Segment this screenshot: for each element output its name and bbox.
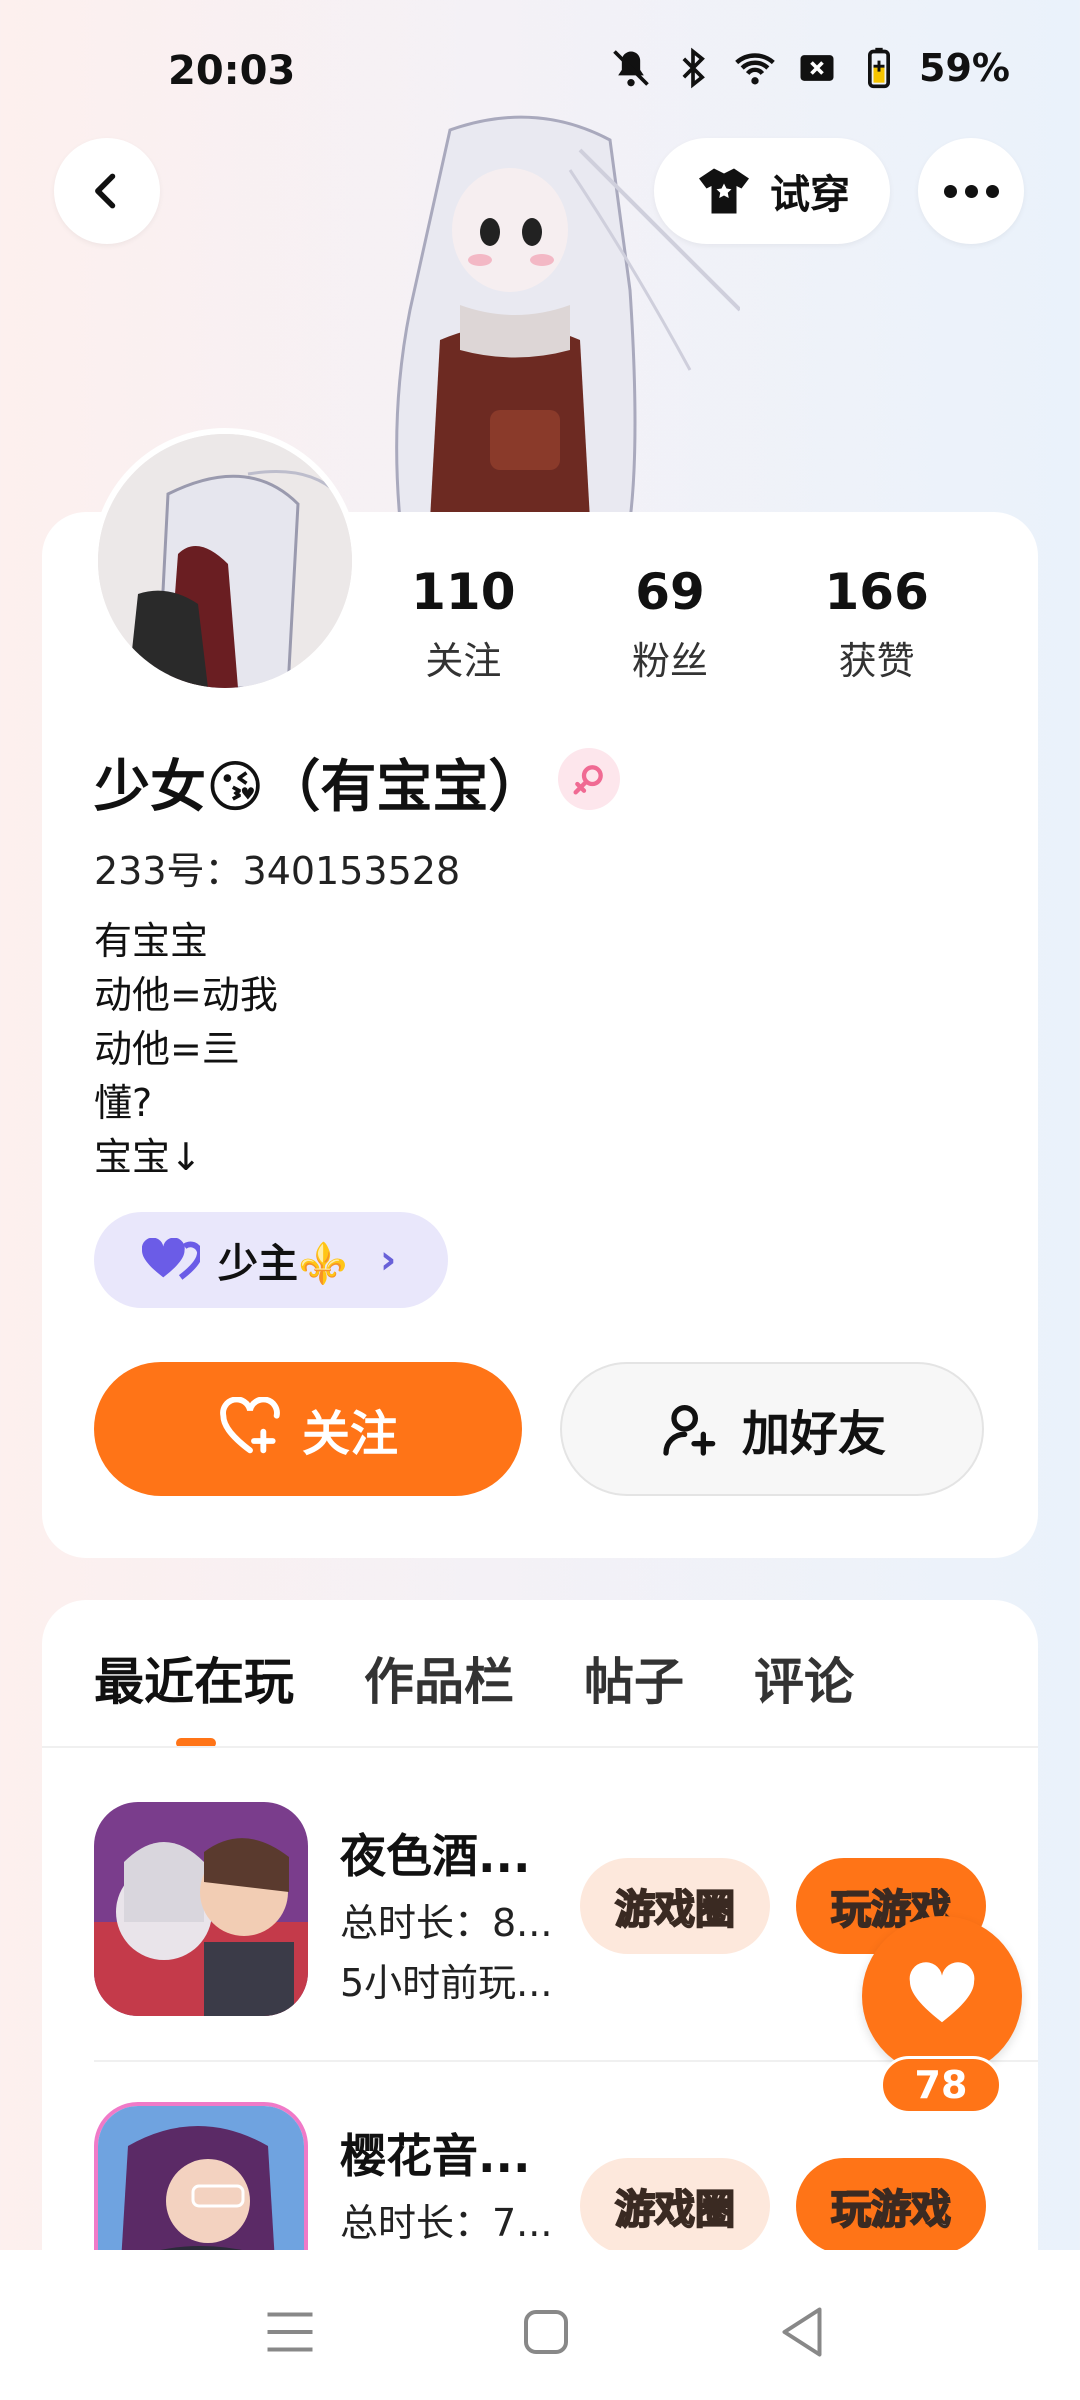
battery-icon [868, 47, 891, 89]
chevron-right-icon: › [379, 1237, 397, 1283]
profile-stats: 110 关注 69 粉丝 166 获赞 [360, 560, 980, 685]
bio: 有宝宝 动他=动我 动他=亖 懂? 宝宝↓ [94, 914, 278, 1184]
nickname: 少女😘（有宝宝） [94, 755, 545, 820]
stat-value: 69 [635, 563, 705, 621]
divider [42, 1746, 1038, 1748]
status-time: 20:03 [168, 48, 296, 94]
user-id: 233号：340153528 [94, 849, 461, 893]
stat-likes[interactable]: 166 获赞 [773, 560, 980, 685]
add-friend-label: 加好友 [741, 1406, 886, 1462]
back-button[interactable] [54, 138, 160, 244]
game-duration: 总时长：8... [340, 1901, 553, 1945]
tab-recently-played[interactable]: 最近在玩 [94, 1642, 294, 1714]
game-circle-button[interactable]: 游戏圈 [580, 2158, 770, 2254]
more-dots-icon [943, 184, 957, 198]
stat-value: 110 [411, 563, 516, 621]
avatar-image [98, 434, 352, 688]
heart-icon [909, 1962, 975, 2023]
more-button[interactable] [918, 138, 1024, 244]
system-nav-bar [0, 2250, 1080, 2400]
female-gender-icon [558, 748, 620, 810]
bio-line: 宝宝↓ [94, 1135, 202, 1179]
menu-icon[interactable] [260, 2302, 320, 2362]
game-duration: 总时长：7... [340, 2201, 553, 2245]
bio-line: 有宝宝 [94, 919, 209, 963]
more-dot [964, 184, 978, 198]
game-circle-button[interactable]: 游戏圈 [580, 1858, 770, 1954]
bio-line: 动他=动我 [94, 973, 278, 1017]
bio-line: 动他=亖 [94, 1027, 240, 1071]
like-fab-button[interactable] [862, 1916, 1022, 2076]
game-last-played: 5小时前玩... [340, 1961, 553, 2005]
chevron-left-icon [95, 173, 116, 209]
wifi-icon [735, 53, 775, 85]
bluetooth-icon [682, 47, 705, 89]
stat-label: 关注 [425, 639, 502, 683]
back-nav-icon[interactable] [772, 2302, 832, 2362]
sim-off-icon [800, 55, 834, 81]
add-user-icon [663, 1405, 716, 1456]
mute-icon [613, 50, 649, 87]
game-icon [94, 1802, 308, 2016]
game-title: 夜色酒... [340, 1829, 531, 1883]
battery-percent: 59% [919, 46, 1010, 90]
tab-works[interactable]: 作品栏 [364, 1642, 514, 1714]
bio-line: 懂? [94, 1081, 153, 1125]
stat-value: 166 [824, 563, 929, 621]
stat-following[interactable]: 110 关注 [360, 560, 567, 685]
tab-comments[interactable]: 评论 [754, 1642, 854, 1714]
add-friend-button[interactable]: 加好友 [560, 1362, 984, 1496]
stat-label: 获赞 [838, 639, 915, 683]
follow-button[interactable]: 关注 [94, 1362, 522, 1496]
like-count: 78 [880, 2056, 1002, 2114]
follow-label: 关注 [301, 1406, 398, 1462]
shirt-icon [699, 168, 749, 214]
game-title: 樱花音... [340, 2129, 531, 2183]
double-heart-icon [142, 1238, 200, 1280]
more-dot [985, 184, 999, 198]
stat-label: 粉丝 [632, 639, 709, 683]
status-icons: 59% [609, 46, 1010, 90]
try-on-button[interactable]: 试穿 [654, 138, 890, 244]
play-game-button[interactable]: 玩游戏 [796, 2158, 986, 2254]
home-icon[interactable] [516, 2302, 576, 2362]
stat-followers[interactable]: 69 粉丝 [567, 560, 774, 685]
heart-plus-icon [220, 1397, 280, 1454]
avatar[interactable] [92, 428, 358, 694]
profile-tabs: 最近在玩 作品栏 帖子 评论 [94, 1642, 924, 1714]
partner-chip[interactable]: 少主⚜️ › [94, 1212, 448, 1308]
partner-label: 少主⚜️ [218, 1241, 348, 1287]
try-on-label: 试穿 [770, 172, 850, 218]
list-item[interactable]: 夜色酒... 总时长：8... 5小时前玩... 游戏圈 玩游戏 [94, 1802, 994, 2022]
tab-posts[interactable]: 帖子 [584, 1642, 684, 1714]
